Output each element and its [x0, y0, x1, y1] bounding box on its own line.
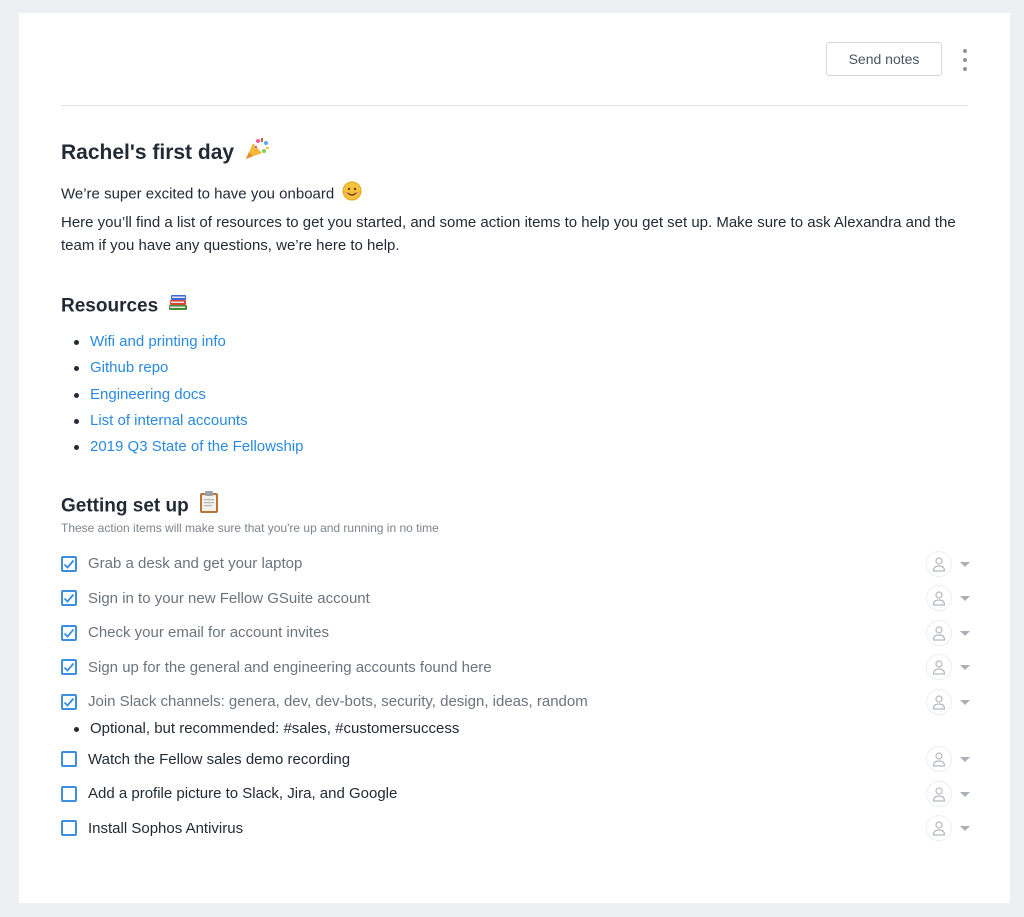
- task-list: Grab a desk and get your laptop Sign in …: [61, 546, 970, 845]
- setup-heading: Getting set up: [61, 490, 970, 518]
- list-item: Github repo: [61, 355, 970, 381]
- party-popper-emoji-icon: [244, 137, 270, 170]
- note-title: Rachel's first day: [61, 137, 970, 167]
- caret-down-icon[interactable]: [960, 757, 970, 763]
- intro-text-1: We’re super excited to have you onboard: [61, 185, 335, 203]
- note-content: Rachel's first day We’re super excited t…: [61, 137, 970, 845]
- assignee-button[interactable]: [926, 654, 952, 681]
- divider: [61, 105, 968, 106]
- caret-down-icon[interactable]: [960, 596, 970, 602]
- person-icon: [932, 660, 946, 675]
- setup-subtitle: These action items will make sure that y…: [61, 521, 439, 536]
- send-notes-button[interactable]: Send notes: [826, 42, 942, 76]
- check-icon: [63, 628, 75, 638]
- resource-link-engineering-docs[interactable]: Engineering docs: [90, 386, 206, 403]
- list-item: Wifi and printing info: [61, 329, 970, 355]
- task-row: Grab a desk and get your laptop: [61, 546, 970, 581]
- task-label: Sign up for the general and engineering …: [88, 658, 492, 676]
- list-item: 2019 Q3 State of the Fellowship: [61, 434, 970, 460]
- task-row: Sign up for the general and engineering …: [61, 650, 970, 685]
- task-checkbox-unchecked[interactable]: [61, 785, 77, 802]
- assignee-button[interactable]: [926, 585, 952, 612]
- person-icon: [932, 591, 946, 606]
- check-icon: [63, 663, 75, 673]
- task-checkbox-checked[interactable]: [61, 693, 77, 710]
- assignee-button[interactable]: [926, 688, 952, 715]
- smile-emoji-icon: [342, 181, 362, 208]
- caret-down-icon[interactable]: [960, 699, 970, 705]
- task-row: Watch the Fellow sales demo recording: [61, 742, 970, 777]
- resource-link-internal-accounts[interactable]: List of internal accounts: [90, 412, 248, 429]
- task-row: Check your email for account invites: [61, 615, 970, 650]
- task-label: Sign in to your new Fellow GSuite accoun…: [88, 589, 370, 607]
- assignee-button[interactable]: [926, 619, 952, 646]
- note-title-text: Rachel's first day: [61, 141, 235, 165]
- resource-link-github[interactable]: Github repo: [90, 359, 168, 376]
- assignee-button[interactable]: [926, 550, 952, 577]
- assignee-button[interactable]: [926, 815, 952, 842]
- person-icon: [932, 787, 946, 802]
- person-icon: [932, 821, 946, 836]
- task-label: Add a profile picture to Slack, Jira, an…: [88, 785, 398, 803]
- task-label: Grab a desk and get your laptop: [88, 555, 303, 573]
- task-row: Install Sophos Antivirus: [61, 811, 970, 846]
- task-checkbox-checked[interactable]: [61, 659, 77, 676]
- resource-link-state-of-fellowship[interactable]: 2019 Q3 State of the Fellowship: [90, 438, 303, 455]
- task-row: Add a profile picture to Slack, Jira, an…: [61, 776, 970, 811]
- task-label: Install Sophos Antivirus: [88, 819, 244, 837]
- person-icon: [932, 557, 946, 572]
- intro-line: We’re super excited to have you onboard: [61, 181, 970, 208]
- assignee-button[interactable]: [926, 746, 952, 773]
- caret-down-icon[interactable]: [960, 791, 970, 797]
- caret-down-icon[interactable]: [960, 561, 970, 567]
- task-checkbox-unchecked[interactable]: [61, 820, 77, 837]
- task-label: Watch the Fellow sales demo recording: [88, 750, 351, 768]
- resources-heading: Resources: [61, 291, 970, 319]
- person-icon: [932, 752, 946, 767]
- task-label: Check your email for account invites: [88, 624, 329, 642]
- check-icon: [63, 559, 75, 569]
- caret-down-icon[interactable]: [960, 630, 970, 636]
- more-options-icon[interactable]: [960, 49, 970, 71]
- task-label: Join Slack channels: genera, dev, dev-bo…: [88, 693, 588, 711]
- assignee-button[interactable]: [926, 780, 952, 807]
- check-icon: [63, 697, 75, 707]
- task-checkbox-checked[interactable]: [61, 555, 77, 572]
- list-item: List of internal accounts: [61, 408, 970, 434]
- person-icon: [932, 695, 946, 710]
- setup-heading-text: Getting set up: [61, 496, 189, 517]
- list-item: Engineering docs: [61, 382, 970, 408]
- caret-down-icon[interactable]: [960, 826, 970, 832]
- clipboard-emoji-icon: [198, 490, 220, 523]
- intro-paragraph: Here you’ll find a list of resources to …: [61, 214, 956, 254]
- task-checkbox-checked[interactable]: [61, 590, 77, 607]
- resources-heading-text: Resources: [61, 295, 159, 317]
- task-row: Sign in to your new Fellow GSuite accoun…: [61, 581, 970, 616]
- books-emoji-icon: [167, 291, 189, 322]
- optional-channels-note: Optional, but recommended: #sales, #cust…: [61, 715, 970, 742]
- person-icon: [932, 626, 946, 641]
- note-card: Send notes Rachel's first day We’re supe…: [19, 13, 1010, 903]
- resource-link-wifi[interactable]: Wifi and printing info: [90, 333, 226, 350]
- task-checkbox-unchecked[interactable]: [61, 751, 77, 768]
- task-row: Join Slack channels: genera, dev, dev-bo…: [61, 684, 970, 719]
- task-checkbox-checked[interactable]: [61, 624, 77, 641]
- note-toolbar: Send notes: [61, 42, 968, 106]
- caret-down-icon[interactable]: [960, 665, 970, 671]
- resource-list: Wifi and printing info Github repo Engin…: [61, 329, 970, 460]
- check-icon: [63, 594, 75, 604]
